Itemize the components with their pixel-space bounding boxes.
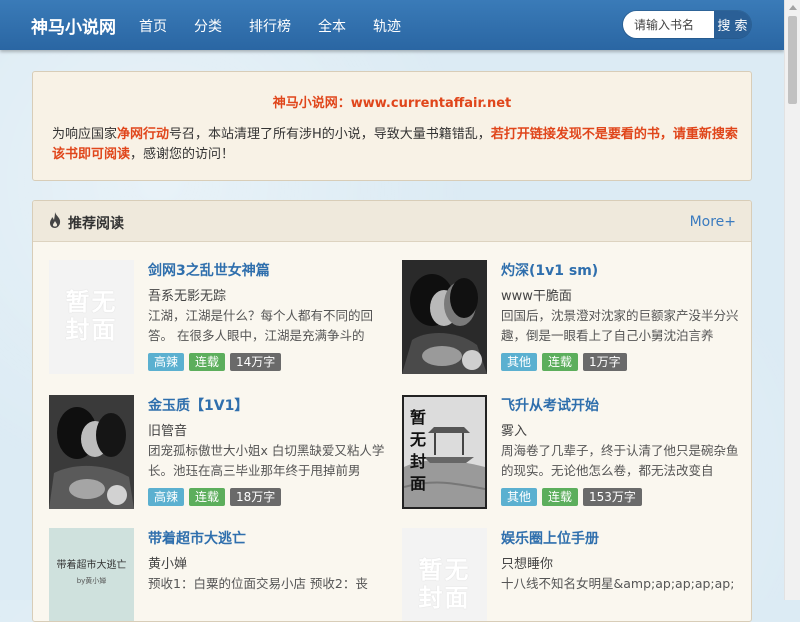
search-button[interactable]: 搜 索 xyxy=(714,11,751,38)
recommend-title: 推荐阅读 xyxy=(68,216,124,232)
svg-text:面: 面 xyxy=(410,474,426,493)
tag-status: 连载 xyxy=(189,353,226,371)
fire-icon xyxy=(50,212,61,228)
book-item[interactable]: 金玉质【1V1】 旧管音 团宠孤标傲世大小姐x 白切黑缺爱又粘人学长。池珏在高三… xyxy=(49,395,394,515)
book-title[interactable]: 娱乐圈上位手册 xyxy=(501,528,599,548)
tag-genre[interactable]: 其他 xyxy=(501,488,538,506)
notice-body: 为响应国家净网行动号召，本站清理了所有涉H的小说，导致大量书籍错乱，若打开链接发… xyxy=(52,125,742,165)
notice-highlight-1: 净网行动 xyxy=(117,127,170,142)
book-desc: 十八线不知名女明星&amp;ap;ap;ap;ap; xyxy=(501,576,735,591)
more-link[interactable]: More+ xyxy=(690,214,736,230)
tag-status: 连载 xyxy=(189,488,226,506)
tag-genre[interactable]: 高辣 xyxy=(148,353,185,371)
tag-wordcount: 153万字 xyxy=(583,488,642,506)
book-tags: 高辣 连载 14万字 xyxy=(148,353,286,371)
scroll-up-arrow-icon[interactable] xyxy=(789,5,797,10)
book-author: 雾入 xyxy=(501,424,528,439)
book-item[interactable]: 暂 无 封 面 飞升从考试开始 雾入 周海卷了几辈子，终于认清了他只是碗杂鱼的现… xyxy=(402,395,747,515)
tag-status: 连载 xyxy=(542,353,579,371)
pavilion-painting-icon: 暂 无 封 面 xyxy=(404,397,485,507)
book-tags: 高辣 连载 18万字 xyxy=(148,488,286,506)
book-title[interactable]: 飞升从考试开始 xyxy=(501,395,599,415)
book-desc: 回国后，沈景澄对沈家的巨额家产没半分兴趣，倒是一眼看上了自己小舅沈泊言养 xyxy=(501,308,739,343)
book-author: 吾系无影无踪 xyxy=(148,289,227,304)
book-author: 旧管音 xyxy=(148,424,188,439)
cover-text-author: by黄小婵 xyxy=(76,577,107,585)
nav-completed[interactable]: 全本 xyxy=(318,16,346,36)
book-item[interactable]: 暂无 封面 娱乐圈上位手册 只想睡你 十八线不知名女明星&amp;ap;ap;ap… xyxy=(402,528,747,621)
notice-text-2: 号召，本站清理了所有涉H的小说，导致大量书籍错乱， xyxy=(169,127,491,142)
nav-category[interactable]: 分类 xyxy=(194,16,222,36)
notice-text-1: 为响应国家 xyxy=(52,127,118,142)
book-author: 黄小婵 xyxy=(148,557,188,572)
page-scrollbar[interactable] xyxy=(784,0,800,600)
book-item[interactable]: 暂无 封面 剑网3之乱世女神篇 吾系无影无踪 江湖，江湖是什么？每个人都有不同的回… xyxy=(49,260,394,380)
recommend-header: 推荐阅读 More+ xyxy=(33,201,751,242)
search-box: 搜 索 xyxy=(623,11,751,38)
cover-text-title: 带着超市大逃亡 xyxy=(56,560,127,571)
book-title[interactable]: 灼深(1v1 sm) xyxy=(501,260,598,280)
book-desc: 江湖，江湖是什么？每个人都有不同的回答。 在很多人眼中，江湖是充满争斗的 xyxy=(148,308,374,343)
notice-text-3: ，感谢您的访问！ xyxy=(130,147,235,162)
book-cover-placeholder[interactable]: 暂无 封面 xyxy=(402,528,487,621)
book-title[interactable]: 金玉质【1V1】 xyxy=(148,395,248,415)
svg-text:暂: 暂 xyxy=(410,408,426,427)
nav-menu: 首页 分类 排行榜 全本 轨迹 xyxy=(139,16,428,36)
tag-wordcount: 18万字 xyxy=(230,488,282,506)
book-desc: 预收1：白粟的位面交易小店 预收2：丧 xyxy=(148,576,368,591)
tag-wordcount: 1万字 xyxy=(583,353,627,371)
couple-photo-icon xyxy=(402,260,487,374)
svg-text:封: 封 xyxy=(410,452,426,471)
top-nav-bar: 神马小说网 首页 分类 排行榜 全本 轨迹 搜 索 xyxy=(0,0,784,50)
book-author: 只想睡你 xyxy=(501,557,554,572)
recommend-panel: 推荐阅读 More+ 暂无 封面 剑网3之乱世女神篇 吾系无影无踪 江湖，江湖是什… xyxy=(32,200,752,622)
book-desc: 周海卷了几辈子，终于认清了他只是碗杂鱼的现实。无论他怎么卷，都无法改变自 xyxy=(501,443,739,478)
book-item[interactable]: 带着超市大逃亡 by黄小婵 带着超市大逃亡 黄小婵 预收1：白粟的位面交易小店 … xyxy=(49,528,394,621)
book-title[interactable]: 剑网3之乱世女神篇 xyxy=(148,260,270,280)
nav-ranking[interactable]: 排行榜 xyxy=(249,16,291,36)
cover-placeholder-text: 暂无 封面 xyxy=(418,556,471,612)
book-title[interactable]: 带着超市大逃亡 xyxy=(148,528,246,548)
book-tags: 其他 连载 1万字 xyxy=(501,353,632,371)
tag-genre[interactable]: 其他 xyxy=(501,353,538,371)
couple-photo-icon xyxy=(49,395,134,509)
nav-home[interactable]: 首页 xyxy=(139,16,167,36)
book-cover-image[interactable]: 暂 无 封 面 xyxy=(402,395,487,509)
svg-text:无: 无 xyxy=(409,430,426,449)
scroll-thumb[interactable] xyxy=(788,16,797,104)
nav-history[interactable]: 轨迹 xyxy=(373,16,401,36)
book-cover-placeholder[interactable]: 暂无 封面 xyxy=(49,260,134,374)
notice-title: 神马小说网：www.currentaffair.net xyxy=(272,96,512,111)
book-tags: 其他 连载 153万字 xyxy=(501,488,647,506)
book-item[interactable]: 灼深(1v1 sm) www干脆面 回国后，沈景澄对沈家的巨额家产没半分兴趣，倒… xyxy=(402,260,747,380)
tag-status: 连载 xyxy=(542,488,579,506)
cover-placeholder-text: 暂无 封面 xyxy=(65,288,118,344)
book-cover-image[interactable]: 带着超市大逃亡 by黄小婵 xyxy=(49,528,134,621)
tag-genre[interactable]: 高辣 xyxy=(148,488,185,506)
notice-box: 神马小说网：www.currentaffair.net 为响应国家净网行动号召，… xyxy=(32,71,752,181)
book-cover-image[interactable] xyxy=(402,260,487,374)
tag-wordcount: 14万字 xyxy=(230,353,282,371)
book-author: www干脆面 xyxy=(501,289,572,304)
book-desc: 团宠孤标傲世大小姐x 白切黑缺爱又粘人学长。池珏在高三毕业那年终于甩掉前男 xyxy=(148,443,385,478)
book-cover-image[interactable] xyxy=(49,395,134,509)
search-input[interactable] xyxy=(623,11,714,38)
site-logo[interactable]: 神马小说网 xyxy=(31,13,116,38)
